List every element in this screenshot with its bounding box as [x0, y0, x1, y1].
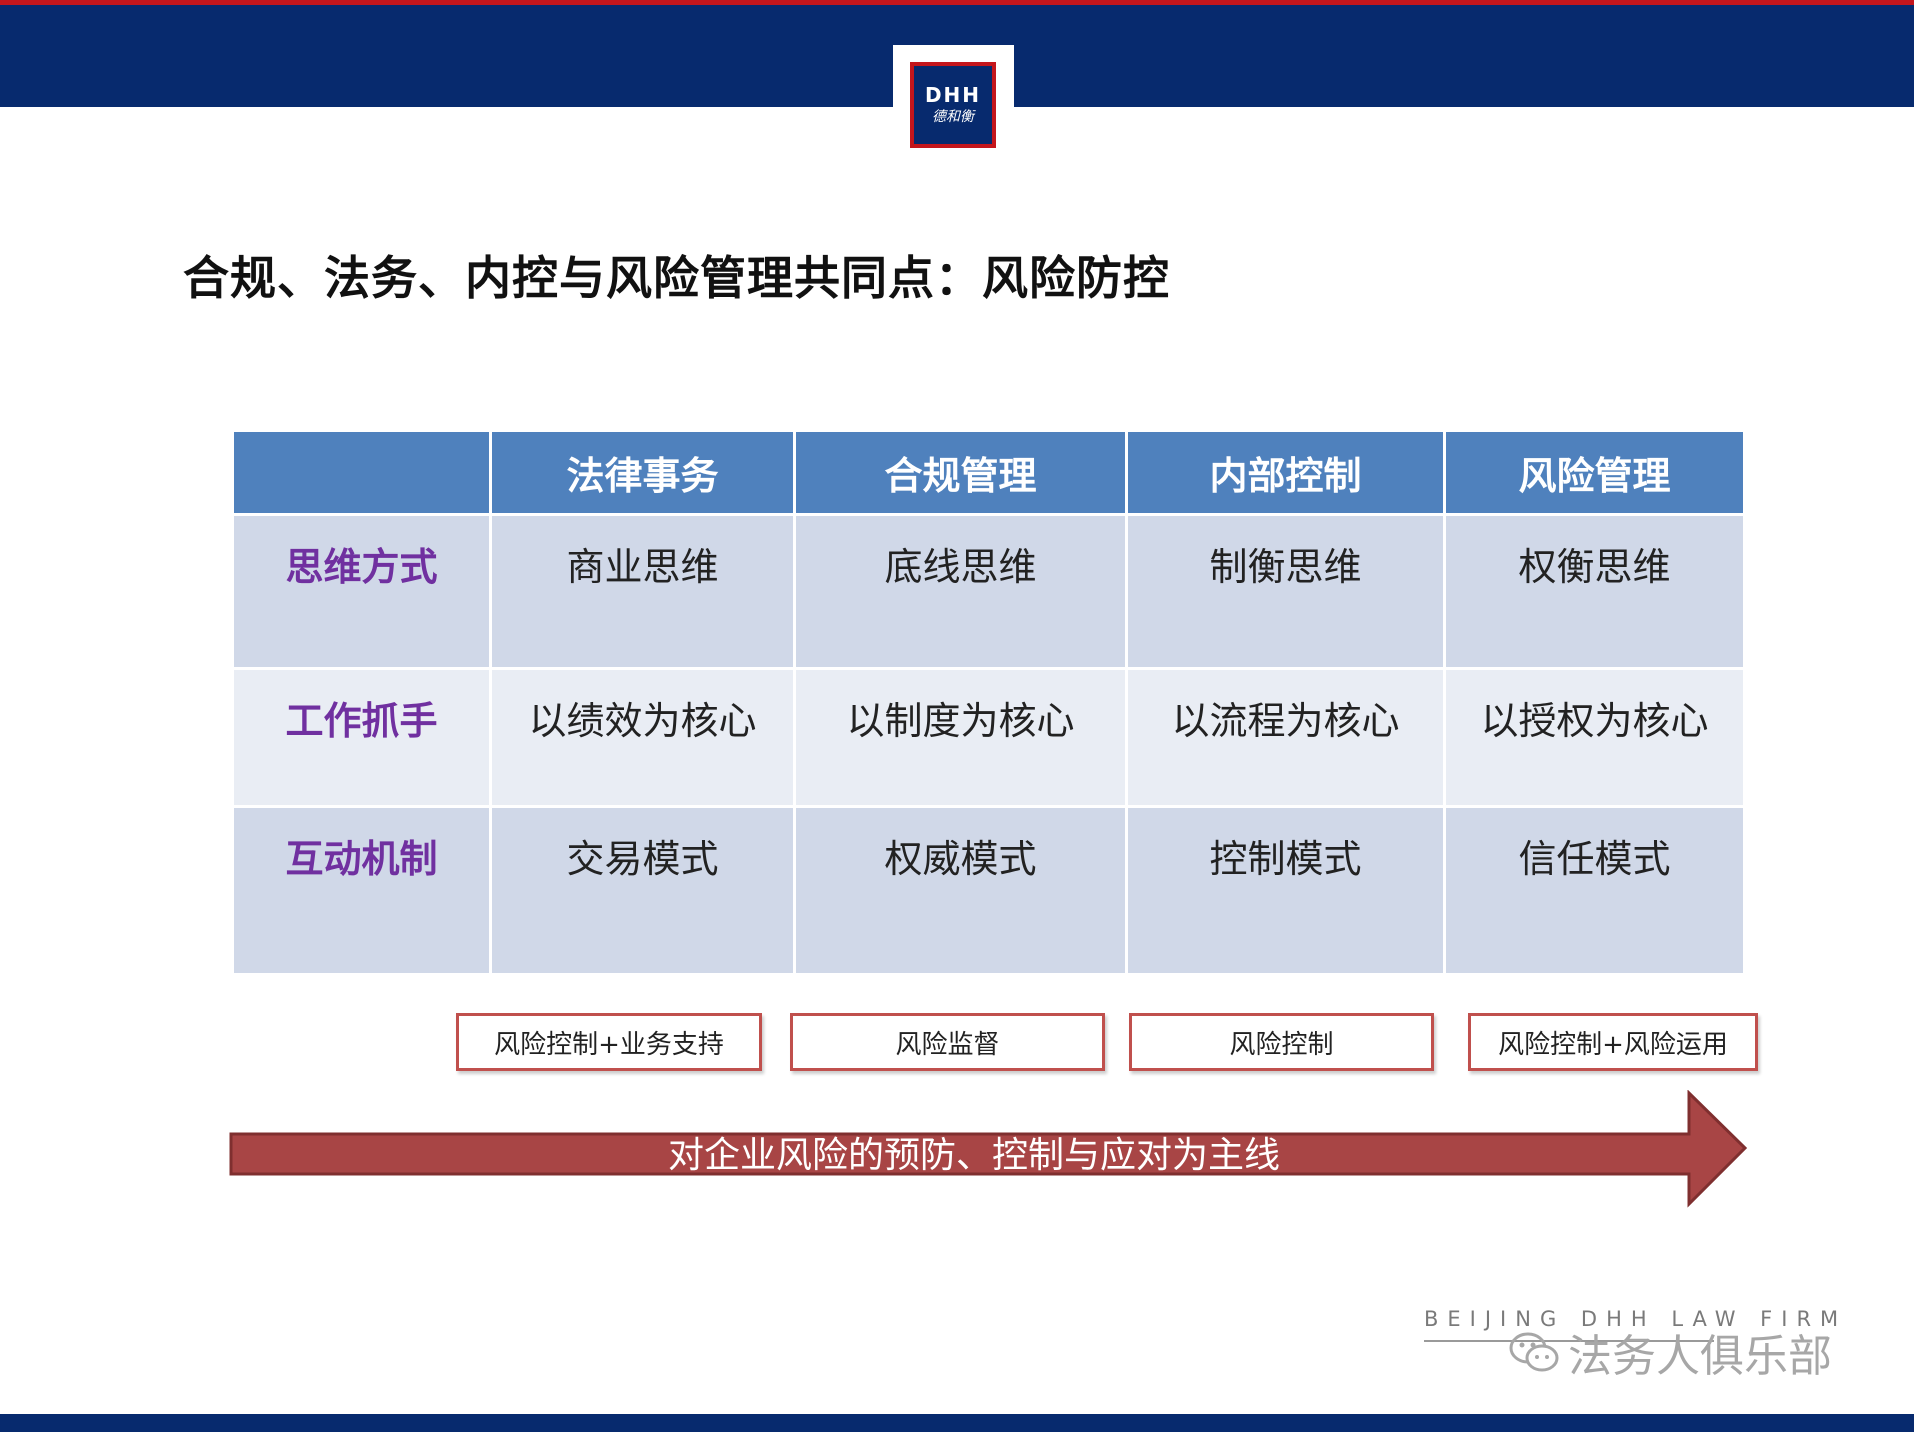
- table-cell: 信任模式: [1443, 805, 1746, 976]
- table-cell: 以制度为核心: [793, 667, 1128, 808]
- table-cell: 交易模式: [489, 805, 796, 976]
- footer-band: [0, 1414, 1914, 1432]
- table-cell: 控制模式: [1125, 805, 1446, 976]
- comparison-table: 法律事务 合规管理 内部控制 风险管理 思维方式 商业思维 底线思维 制衡思维 …: [231, 429, 1746, 976]
- tag-risk-management: 风险控制+风险运用: [1468, 1013, 1758, 1071]
- row-label: 互动机制: [231, 805, 492, 976]
- table-header-legal: 法律事务: [489, 429, 796, 516]
- table-row: 工作抓手 以绩效为核心 以制度为核心 以流程为核心 以授权为核心: [231, 667, 1746, 808]
- table-row: 互动机制 交易模式 权威模式 控制模式 信任模式: [231, 805, 1746, 976]
- table-header-internal-control: 内部控制: [1125, 429, 1446, 516]
- table-cell: 以绩效为核心: [489, 667, 796, 808]
- table-cell: 制衡思维: [1125, 513, 1446, 670]
- table-cell: 权威模式: [793, 805, 1128, 976]
- watermark-text: 法务人俱乐部: [1568, 1331, 1832, 1382]
- row-label: 思维方式: [231, 513, 492, 670]
- table-cell: 商业思维: [489, 513, 796, 670]
- table-cell: 以授权为核心: [1443, 667, 1746, 808]
- dhh-logo: DHH 德和衡: [910, 62, 996, 148]
- wechat-icon: [1509, 1332, 1559, 1372]
- slide-title: 合规、法务、内控与风险管理共同点：风险防控: [183, 251, 1170, 305]
- table-header-row: 法律事务 合规管理 内部控制 风险管理: [231, 429, 1746, 516]
- table-cell: 底线思维: [793, 513, 1128, 670]
- arrow-label: 对企业风险的预防、控制与应对为主线: [667, 1135, 1280, 1176]
- tag-internal-control: 风险控制: [1129, 1013, 1434, 1071]
- logo-chars: 德和衡: [932, 109, 974, 125]
- table-cell: 权衡思维: [1443, 513, 1746, 670]
- logo-letters: DHH: [924, 83, 982, 107]
- row-label: 工作抓手: [231, 667, 492, 808]
- watermark: 法务人俱乐部: [1508, 1320, 1832, 1384]
- tag-compliance: 风险监督: [790, 1013, 1105, 1071]
- table-cell: 以流程为核心: [1125, 667, 1446, 808]
- table-header-risk-management: 风险管理: [1443, 429, 1746, 516]
- table-header-corner: [231, 429, 492, 516]
- table-row: 思维方式 商业思维 底线思维 制衡思维 权衡思维: [231, 513, 1746, 670]
- tag-legal: 风险控制+业务支持: [456, 1013, 762, 1071]
- table-header-compliance: 合规管理: [793, 429, 1128, 516]
